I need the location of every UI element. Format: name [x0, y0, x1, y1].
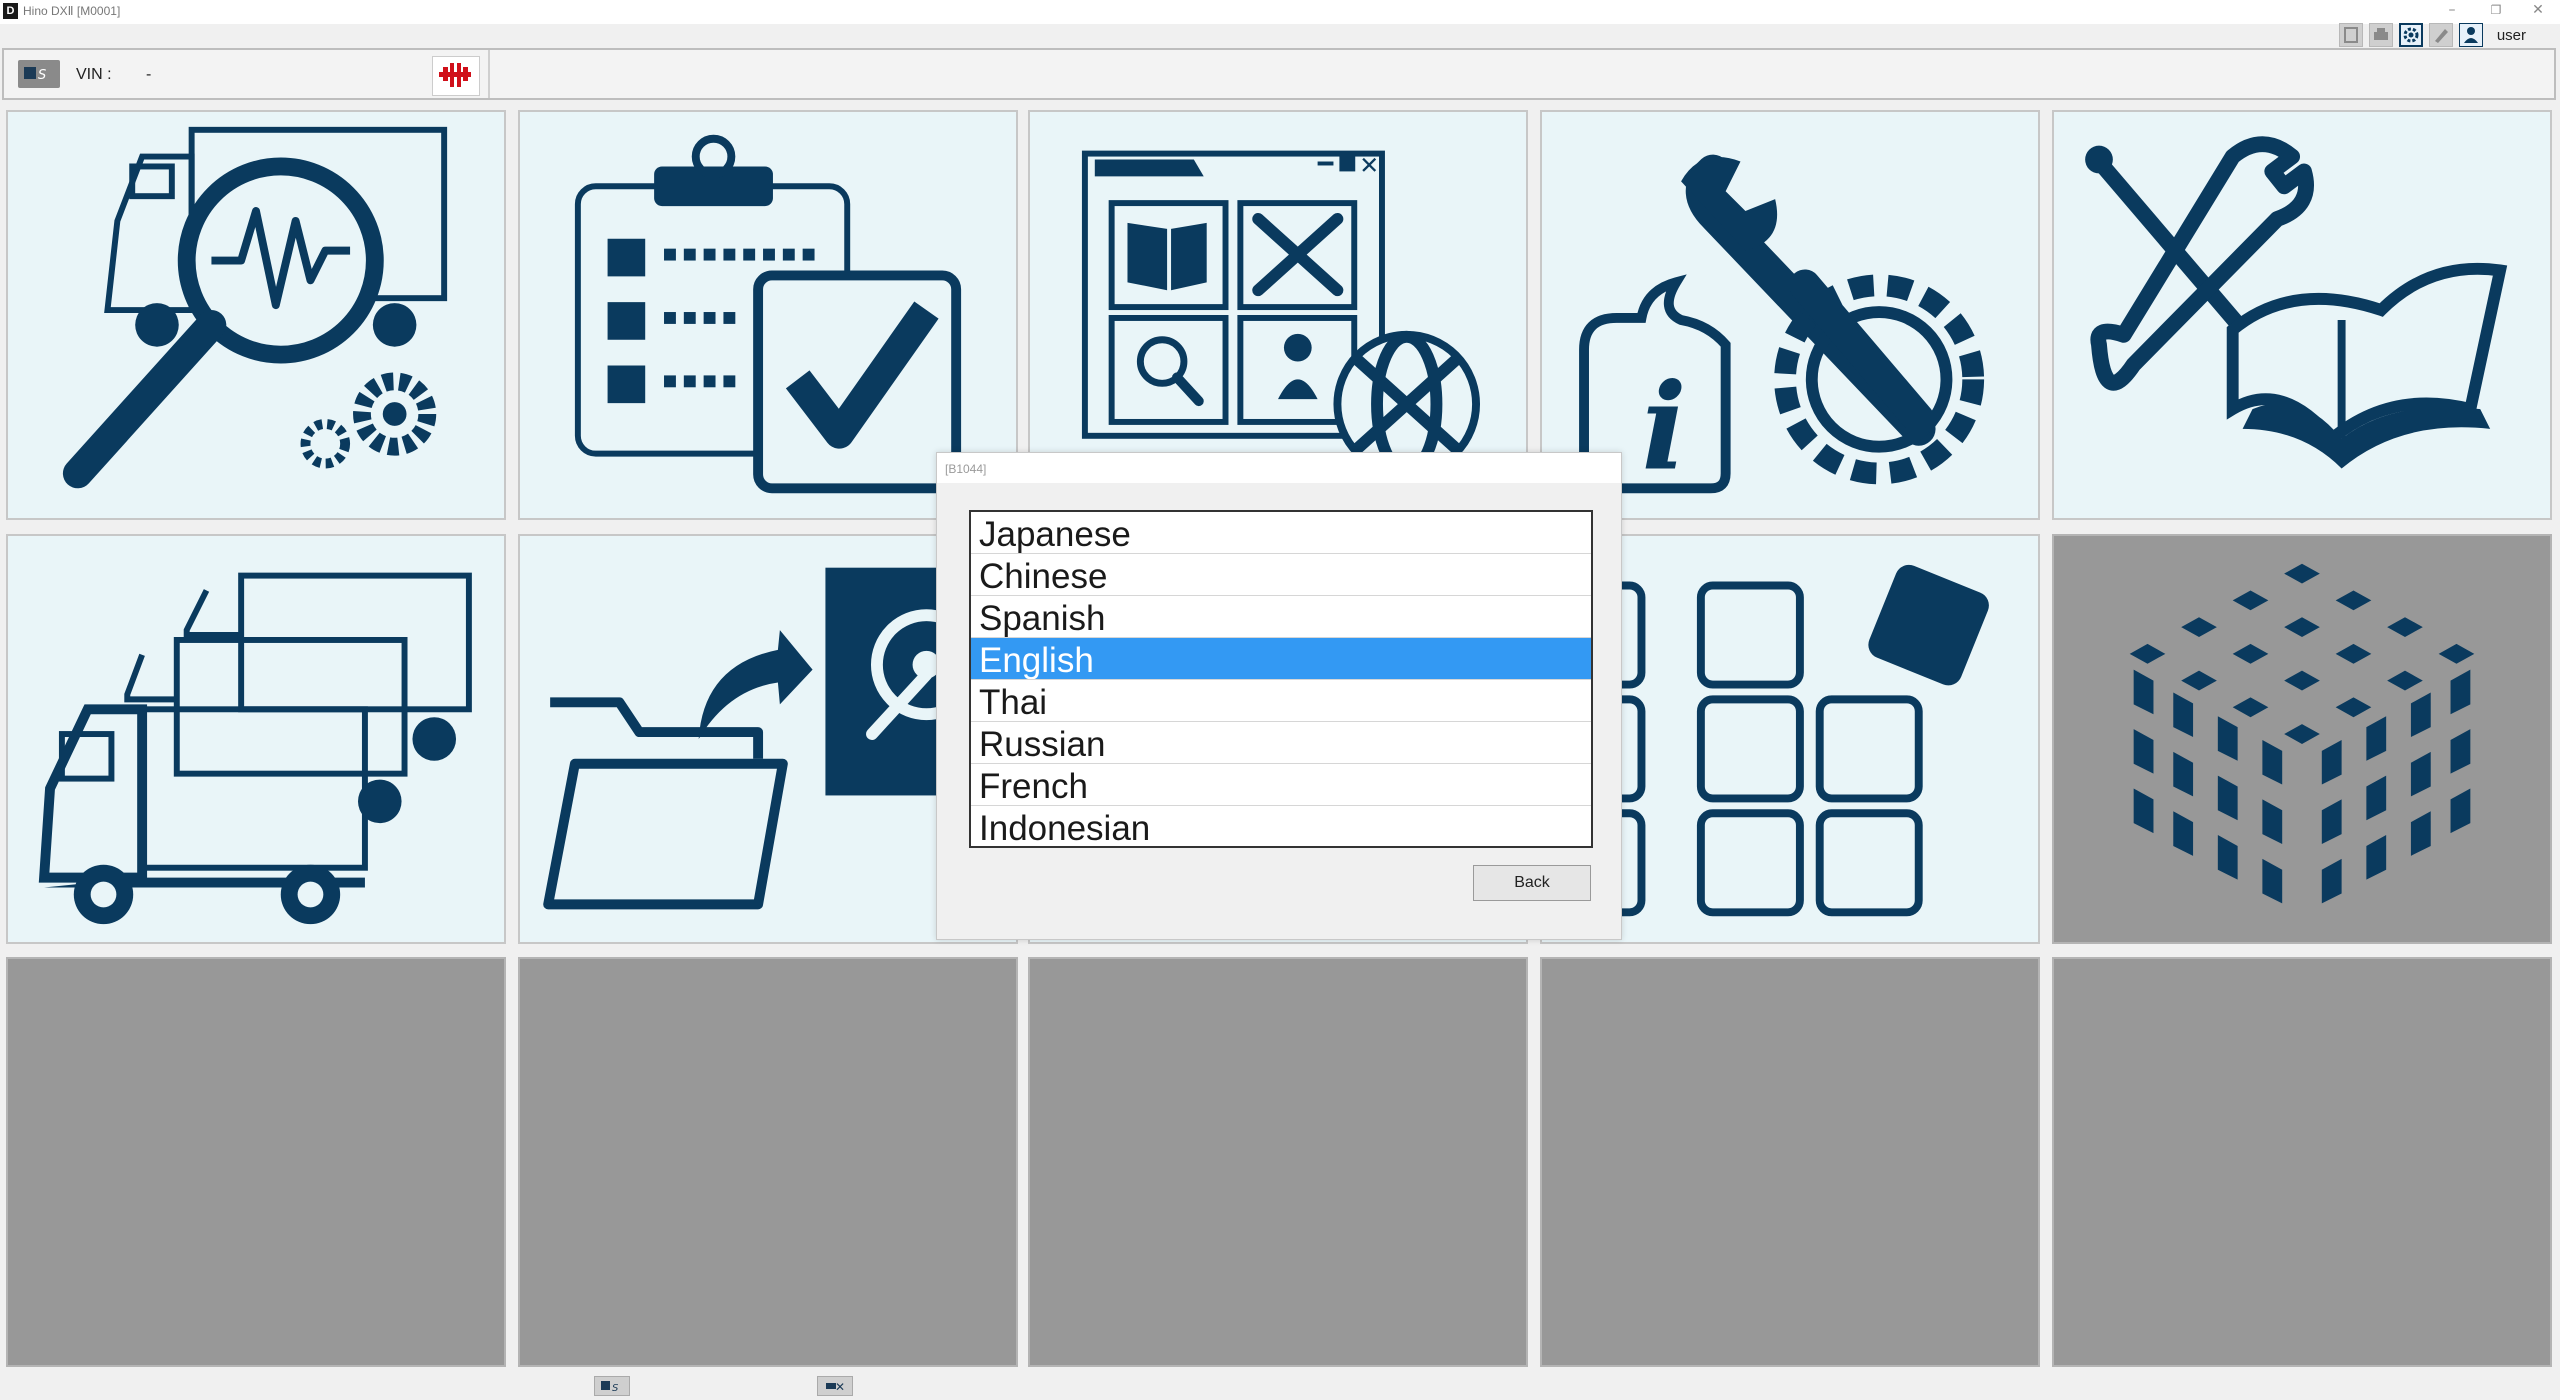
fleet-trucks-icon	[38, 572, 472, 925]
svg-text:i: i	[1641, 357, 1686, 497]
svg-text:✕: ✕	[1359, 151, 1379, 179]
svg-text:S: S	[612, 1383, 619, 1394]
language-item[interactable]: Spanish	[971, 596, 1591, 638]
vin-value: -	[146, 66, 152, 83]
tile-cube-disabled[interactable]	[2052, 534, 2552, 944]
dx-logo-icon[interactable]: S	[594, 1376, 630, 1396]
vin-label: VIN :	[76, 66, 112, 83]
tile-vehicle-diagnosis[interactable]	[6, 110, 506, 520]
cube-icon	[2129, 563, 2475, 904]
language-dialog: [B1044] Japanese Chinese Spanish English…	[936, 452, 1622, 940]
dialog-titlebar: [B1044]	[937, 453, 1621, 483]
tile-repair-manual[interactable]	[2052, 110, 2552, 520]
dialog-title: [B1044]	[945, 462, 987, 476]
edit-icon[interactable]	[2428, 23, 2453, 47]
language-item[interactable]: French	[971, 764, 1591, 806]
bookmark-icon[interactable]	[2338, 23, 2363, 47]
language-item[interactable]: Russian	[971, 722, 1591, 764]
settings-icon[interactable]	[2398, 23, 2423, 47]
connector-button[interactable]	[432, 56, 480, 96]
dx-logo-icon: S	[18, 60, 60, 88]
language-list[interactable]: Japanese Chinese Spanish English Thai Ru…	[969, 510, 1593, 848]
app-logo-icon: D	[3, 3, 18, 19]
language-item[interactable]: Japanese	[971, 512, 1591, 554]
top-toolbar: user	[2338, 22, 2526, 48]
vehicle-diagnosis-icon	[62, 126, 448, 489]
minimize-button[interactable]: –	[2434, 0, 2470, 22]
close-button[interactable]: ✕	[2520, 0, 2556, 22]
user-icon[interactable]	[2458, 23, 2483, 47]
restore-button[interactable]: ❐	[2478, 0, 2514, 22]
tile-empty	[2052, 957, 2552, 1367]
tile-empty	[1540, 957, 2040, 1367]
svg-text:S: S	[38, 68, 46, 83]
tile-empty	[6, 957, 506, 1367]
language-item-selected[interactable]: English	[971, 638, 1591, 680]
username-label: user	[2496, 26, 2526, 44]
tile-empty	[1028, 957, 1528, 1367]
vin-bar-divider	[488, 50, 490, 98]
window-title: Hino DXⅡ [M0001]	[23, 4, 121, 18]
window-titlebar: D Hino DXⅡ [M0001] – ❐ ✕	[0, 0, 2560, 24]
vin-bar: S VIN : -	[2, 48, 2556, 100]
svg-text:✕: ✕	[835, 1380, 845, 1394]
connector-icon	[439, 63, 471, 87]
back-button[interactable]: Back	[1473, 865, 1591, 901]
language-item[interactable]: Chinese	[971, 554, 1591, 596]
print-icon[interactable]	[2368, 23, 2393, 47]
language-item[interactable]: Thai	[971, 680, 1591, 722]
tile-fleet-vehicles[interactable]	[6, 534, 506, 944]
language-item[interactable]: Indonesian	[971, 806, 1591, 846]
repair-manual-icon	[2085, 136, 2508, 469]
tile-empty	[518, 957, 1018, 1367]
disconnect-icon[interactable]: ✕	[817, 1376, 853, 1396]
